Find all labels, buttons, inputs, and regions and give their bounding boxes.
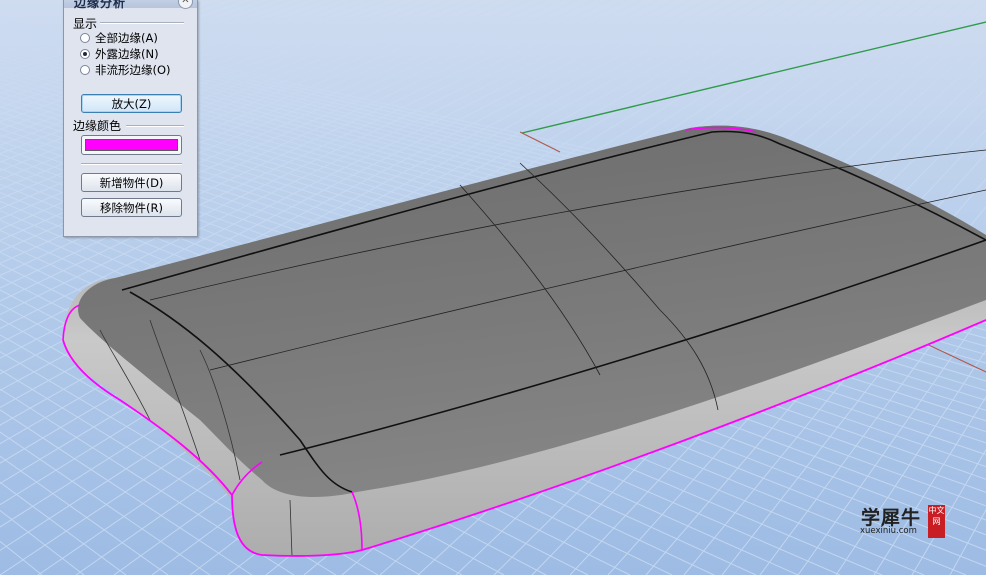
- radio-non-manifold-edges-label: 非流形边缘(O): [95, 62, 171, 77]
- edge-color-label: 边缘颜色: [73, 119, 122, 133]
- radio-non-manifold-edges-indicator[interactable]: [80, 64, 90, 75]
- radio-naked-edges-indicator[interactable]: [80, 48, 90, 59]
- watermark-badge: 中文网: [928, 505, 945, 538]
- display-group-divider: [100, 22, 184, 24]
- watermark-url: xuexiniu.com: [860, 526, 917, 536]
- watermark: 学犀牛 xuexiniu.com 中文网: [860, 503, 950, 539]
- radio-non-manifold-edges[interactable]: 非流形边缘(O): [80, 62, 171, 77]
- edge-analysis-panel: 边缘分析 ✕ 显示 全部边缘(A) 外露边缘(N) 非流形边缘(O) 放大(Z)…: [63, 0, 198, 237]
- radio-all-edges[interactable]: 全部边缘(A): [80, 30, 158, 45]
- edge-color-button[interactable]: [81, 135, 182, 155]
- panel-separator: [81, 163, 182, 165]
- radio-naked-edges[interactable]: 外露边缘(N): [80, 46, 159, 61]
- add-objects-button[interactable]: 新增物件(D): [81, 173, 182, 192]
- radio-naked-edges-label: 外露边缘(N): [95, 46, 159, 61]
- remove-objects-button[interactable]: 移除物件(R): [81, 198, 182, 217]
- radio-all-edges-label: 全部边缘(A): [95, 30, 158, 45]
- panel-title: 边缘分析: [74, 0, 127, 10]
- zoom-button[interactable]: 放大(Z): [81, 94, 182, 113]
- edge-color-divider: [126, 125, 184, 127]
- edge-color-swatch: [85, 139, 178, 151]
- radio-all-edges-indicator[interactable]: [80, 32, 90, 43]
